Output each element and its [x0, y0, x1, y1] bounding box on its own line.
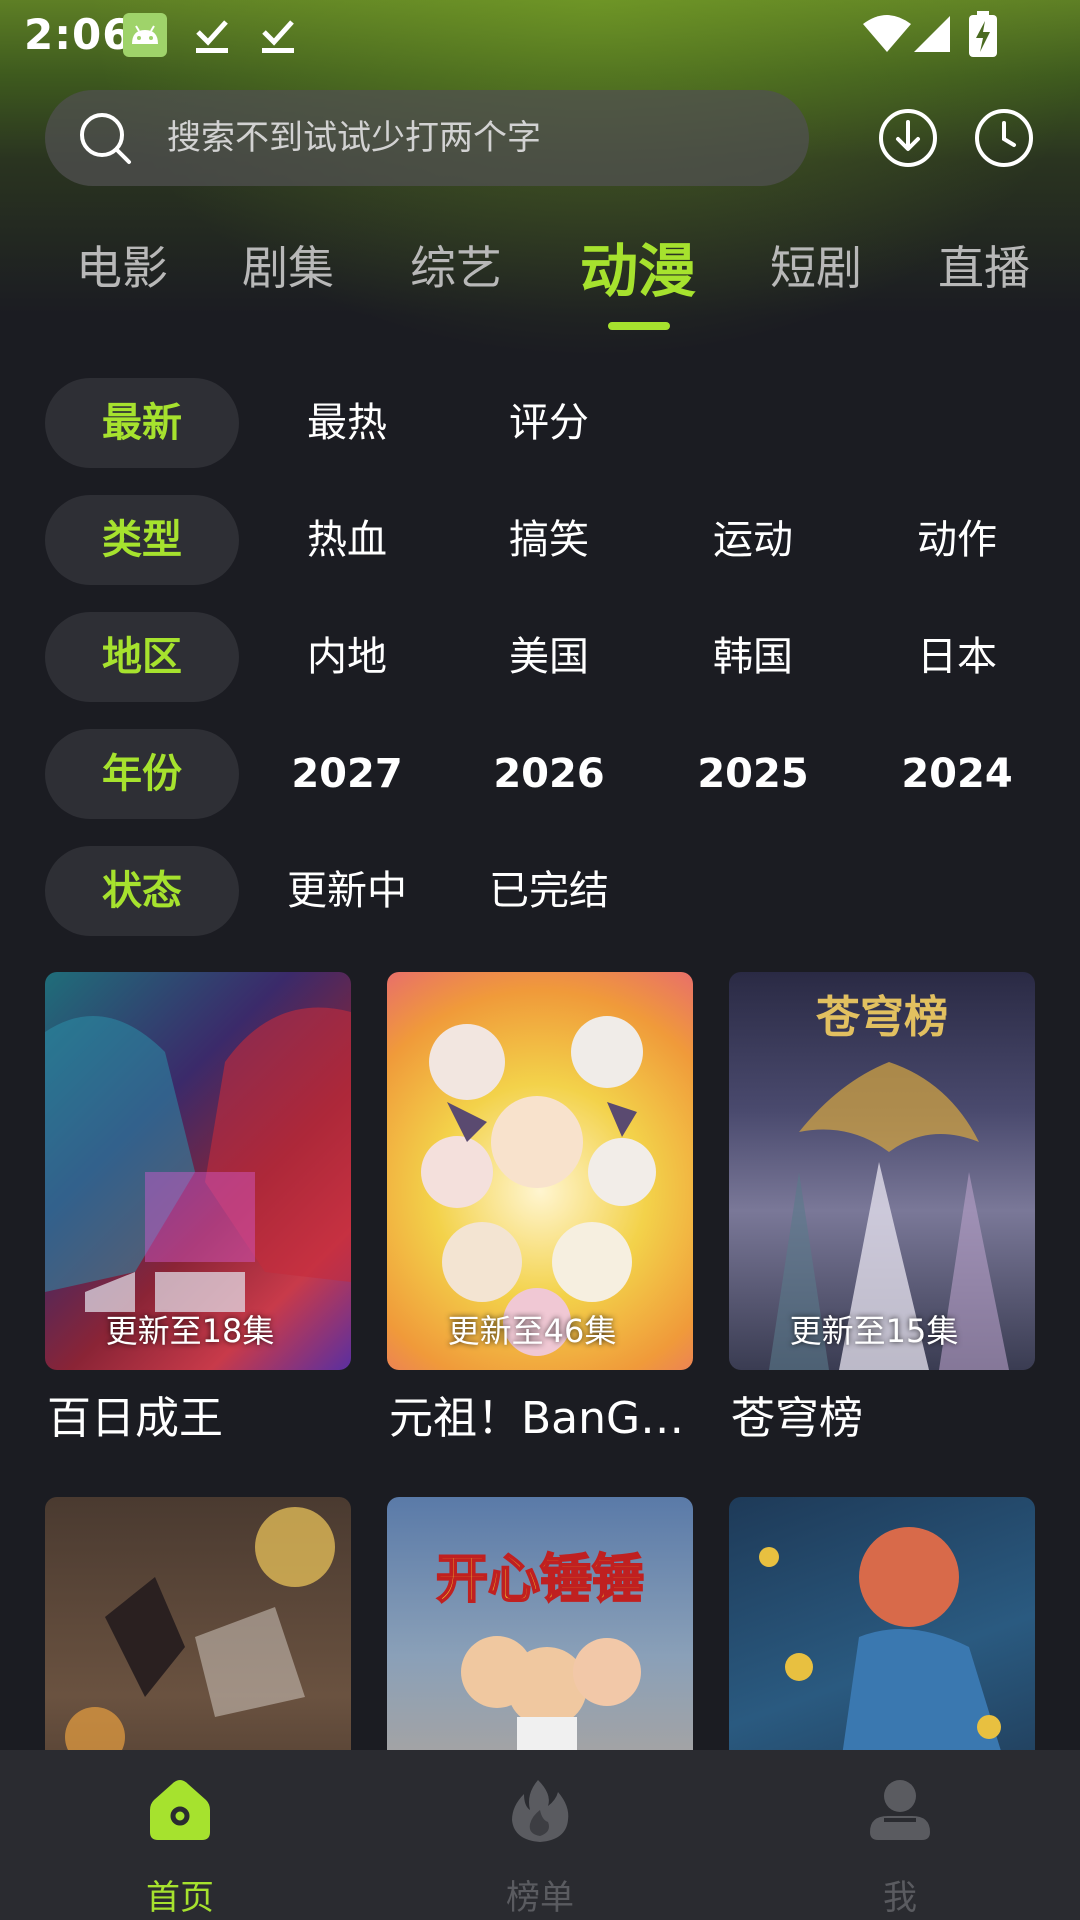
episode-badge: 更新至46集: [447, 1312, 617, 1350]
status-time: 2:06: [24, 10, 133, 59]
filter-region-option[interactable]: 美国: [464, 612, 634, 702]
filter-sort-rating[interactable]: 评分: [464, 378, 634, 468]
filter-row-genre: 类型 热血 搞笑 运动 动作: [0, 495, 1080, 585]
filter-year-option[interactable]: 2024: [872, 729, 1042, 819]
nav-profile[interactable]: 我: [800, 1750, 1000, 1920]
tab-movie[interactable]: 电影: [76, 232, 168, 298]
filter-row-region: 地区 内地 美国 韩国 日本: [0, 612, 1080, 702]
filter-region-option[interactable]: 日本: [872, 612, 1042, 702]
filter-region-option[interactable]: 内地: [262, 612, 432, 702]
filter-genre-option[interactable]: 搞笑: [464, 495, 634, 585]
status-bar: 2:06: [0, 0, 1080, 72]
search-input[interactable]: [167, 90, 767, 186]
filter-genre-option[interactable]: 热血: [262, 495, 432, 585]
active-tab-indicator: [608, 322, 670, 330]
tab-series[interactable]: 剧集: [242, 232, 334, 298]
filter-row-status: 状态 更新中 已完结: [0, 846, 1080, 936]
wifi-icon: [863, 15, 911, 52]
svg-text:开心锤锤: 开心锤锤: [436, 1550, 644, 1610]
home-icon: [150, 1780, 210, 1840]
filter-status-option[interactable]: 更新中: [262, 846, 432, 936]
poster-image: 更新至46集: [387, 972, 693, 1370]
history-clock-icon[interactable]: [974, 108, 1034, 168]
filter-region-label[interactable]: 地区: [45, 612, 239, 702]
person-icon: [870, 1780, 930, 1840]
signal-icon: [914, 16, 950, 52]
filter-year-option[interactable]: 2026: [464, 729, 634, 819]
nav-home[interactable]: 首页: [80, 1750, 280, 1920]
poster-image: 更新至18集: [45, 972, 351, 1370]
filter-year-option[interactable]: 2025: [668, 729, 838, 819]
episode-badge: 更新至15集: [789, 1312, 959, 1350]
download-done-icon-2: [262, 20, 294, 53]
filter-genre-option[interactable]: 动作: [872, 495, 1042, 585]
search-icon: [80, 113, 131, 164]
filter-status-option[interactable]: 已完结: [464, 846, 634, 936]
nav-ranking[interactable]: 榜单: [440, 1750, 640, 1920]
filter-row-year: 年份 2027 2026 2025 2024: [0, 729, 1080, 819]
tab-variety[interactable]: 综艺: [410, 232, 502, 298]
download-done-icon: [196, 20, 228, 53]
bottom-navigation: 首页 榜单 我: [0, 1750, 1080, 1920]
nav-home-label: 首页: [146, 1878, 214, 1918]
nav-profile-label: 我: [883, 1878, 917, 1918]
search-bar[interactable]: [45, 90, 809, 186]
filter-row-sort: 最新 最热 评分: [0, 378, 1080, 468]
filter-sort-latest[interactable]: 最新: [45, 378, 239, 468]
filter-region-option[interactable]: 韩国: [668, 612, 838, 702]
card-title: 百日成王: [47, 1393, 223, 1444]
battery-charging-icon: [969, 11, 997, 57]
tab-live[interactable]: 直播: [938, 232, 1030, 298]
tab-anime[interactable]: 动漫: [580, 224, 696, 308]
nav-ranking-label: 榜单: [506, 1878, 574, 1918]
episode-badge: 更新至18集: [105, 1312, 275, 1350]
card-title: 苍穹榜: [731, 1393, 863, 1444]
filter-genre-label[interactable]: 类型: [45, 495, 239, 585]
filter-year-label[interactable]: 年份: [45, 729, 239, 819]
android-icon: [123, 13, 167, 57]
download-icon[interactable]: [878, 108, 938, 168]
svg-text:苍穹榜: 苍穹榜: [816, 992, 948, 1043]
flame-icon: [512, 1780, 569, 1842]
card-title: 元祖！BanGDream: [389, 1393, 699, 1444]
filter-status-label[interactable]: 状态: [45, 846, 239, 936]
poster-image: 苍穹榜 更新至15集: [729, 972, 1035, 1370]
tab-short-drama[interactable]: 短剧: [770, 232, 862, 298]
filter-sort-hottest[interactable]: 最热: [262, 378, 432, 468]
filter-year-option[interactable]: 2027: [262, 729, 432, 819]
filter-genre-option[interactable]: 运动: [668, 495, 838, 585]
